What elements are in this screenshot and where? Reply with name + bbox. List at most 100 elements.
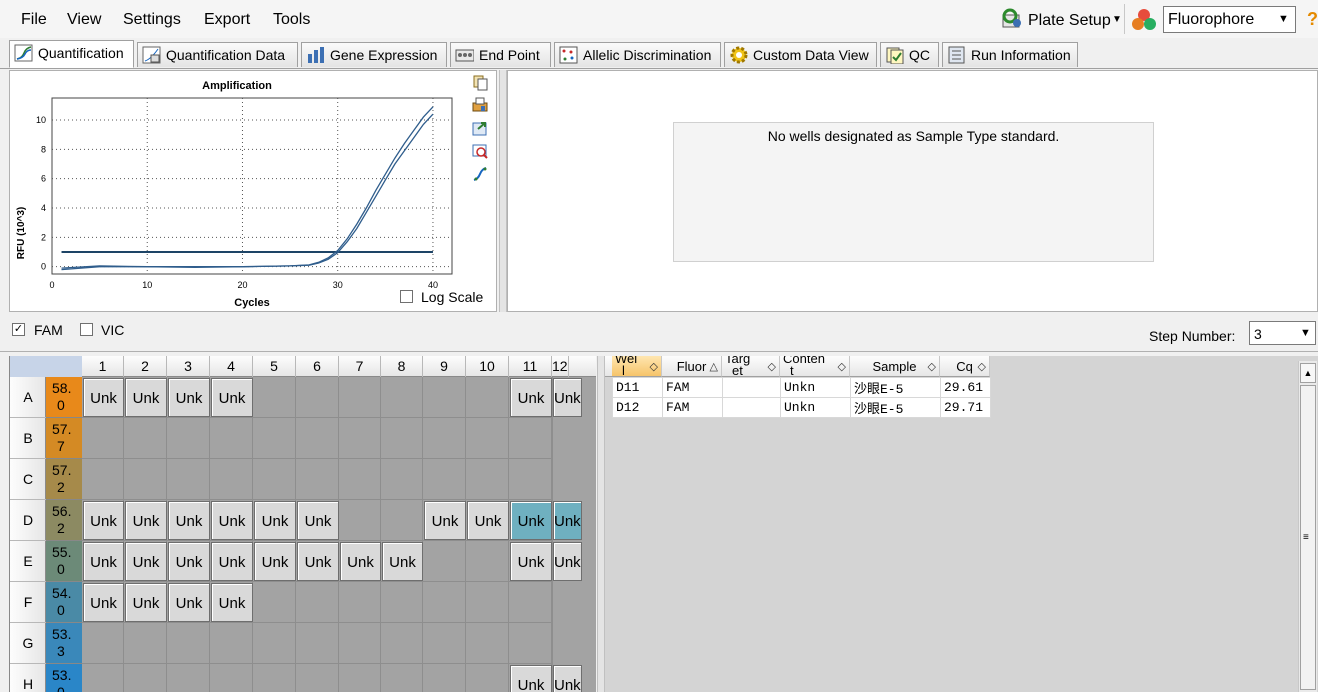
plate-well[interactable] <box>82 418 124 459</box>
well-unk[interactable]: Unk <box>211 542 253 581</box>
plate-well[interactable] <box>296 582 339 623</box>
menu-file[interactable]: File <box>21 11 47 29</box>
well-unk[interactable]: Unk <box>382 542 423 581</box>
scroll-up-arrow-icon[interactable]: ▲ <box>1300 363 1316 383</box>
plate-well[interactable] <box>167 459 210 500</box>
well-unk[interactable]: Unk <box>211 378 253 417</box>
plate-well[interactable] <box>210 623 253 664</box>
table-cell[interactable]: 29.71 <box>940 397 991 418</box>
vertical-splitter[interactable] <box>597 356 605 692</box>
plate-well[interactable] <box>466 664 509 692</box>
plate-well[interactable] <box>167 418 210 459</box>
plate-well[interactable] <box>423 664 466 692</box>
color-balls-icon[interactable] <box>1131 8 1157 32</box>
plate-well[interactable] <box>552 459 553 500</box>
plate-well[interactable] <box>124 623 167 664</box>
tab-run-information[interactable]: Run Information <box>942 42 1078 67</box>
menu-tools[interactable]: Tools <box>273 11 310 29</box>
tab-gene-expression[interactable]: Gene Expression <box>301 42 447 67</box>
table-cell[interactable]: Unkn <box>780 377 851 398</box>
well-unk[interactable]: Unk <box>553 501 582 540</box>
column-header[interactable]: 5 <box>253 356 296 377</box>
well-unk[interactable]: Unk <box>553 378 582 417</box>
plate-well[interactable] <box>552 582 553 623</box>
column-header[interactable]: 6 <box>296 356 339 377</box>
plate-well[interactable] <box>296 377 339 418</box>
plate-well[interactable] <box>253 418 296 459</box>
plate-well[interactable] <box>167 664 210 692</box>
tab-qc[interactable]: QC <box>880 42 939 67</box>
plate-well[interactable] <box>552 623 553 664</box>
well-unk[interactable]: Unk <box>553 542 582 581</box>
well-unk[interactable]: Unk <box>297 501 339 540</box>
row-header[interactable]: B <box>10 418 46 459</box>
plate-well[interactable] <box>253 459 296 500</box>
plate-well[interactable] <box>124 418 167 459</box>
help-icon[interactable]: ? <box>1307 9 1318 30</box>
sort-icon[interactable]: ◇ <box>978 360 986 373</box>
plate-well[interactable] <box>296 664 339 692</box>
vic-checkbox[interactable] <box>80 323 93 336</box>
menu-export[interactable]: Export <box>204 11 250 29</box>
well-unk[interactable]: Unk <box>125 542 167 581</box>
column-header[interactable]: 9 <box>423 356 466 377</box>
plate-well[interactable] <box>381 500 423 541</box>
plate-well[interactable] <box>381 664 423 692</box>
log-scale-checkbox[interactable] <box>400 290 413 303</box>
plate-well[interactable] <box>210 459 253 500</box>
curve-tool-icon[interactable] <box>472 166 488 182</box>
plate-well[interactable] <box>339 623 381 664</box>
column-header[interactable]: 7 <box>339 356 381 377</box>
row-header[interactable]: F <box>10 582 46 623</box>
scrollbar-thumb[interactable]: ≡ <box>1300 385 1316 690</box>
plate-well[interactable] <box>423 377 466 418</box>
plate-corner[interactable] <box>10 356 82 377</box>
table-cell[interactable]: 沙眼E-5 <box>850 377 941 398</box>
table-cell[interactable]: D12 <box>612 397 663 418</box>
well-unk[interactable]: Unk <box>510 665 552 692</box>
table-cell[interactable]: FAM <box>662 377 723 398</box>
plate-well[interactable] <box>253 377 296 418</box>
sort-icon[interactable]: ◇ <box>768 360 776 373</box>
well-unk[interactable]: Unk <box>83 542 124 581</box>
column-header[interactable]: 3 <box>167 356 210 377</box>
column-header[interactable]: 2 <box>124 356 167 377</box>
plate-well[interactable] <box>509 459 552 500</box>
plate-well[interactable] <box>381 418 423 459</box>
plate-well[interactable] <box>509 418 552 459</box>
column-header[interactable]: 4 <box>210 356 253 377</box>
plate-well[interactable] <box>381 377 423 418</box>
well-unk[interactable]: Unk <box>340 542 381 581</box>
results-column-header[interactable]: Sample ◇ <box>850 356 940 377</box>
plate-well[interactable] <box>423 459 466 500</box>
plate-well[interactable] <box>82 623 124 664</box>
well-unk[interactable]: Unk <box>168 583 210 622</box>
plate-well[interactable] <box>381 623 423 664</box>
plate-well[interactable] <box>509 582 552 623</box>
table-row[interactable]: D11 FAM Unkn 沙眼E-5 29.61 <box>612 377 991 398</box>
column-header[interactable]: 1 <box>82 356 124 377</box>
menu-settings[interactable]: Settings <box>123 11 181 29</box>
vertical-scrollbar[interactable]: ▲ ≡ <box>1298 361 1317 692</box>
plate-well[interactable] <box>423 541 466 582</box>
sort-icon[interactable]: ◇ <box>650 360 658 373</box>
well-unk[interactable]: Unk <box>553 665 582 692</box>
plate-well[interactable] <box>423 418 466 459</box>
well-unk[interactable]: Unk <box>168 542 210 581</box>
sort-icon[interactable]: ◇ <box>928 360 936 373</box>
row-header[interactable]: A <box>10 377 46 418</box>
well-unk[interactable]: Unk <box>211 501 253 540</box>
plate-well[interactable] <box>339 500 381 541</box>
well-unk[interactable]: Unk <box>125 501 167 540</box>
plate-well[interactable] <box>339 582 381 623</box>
row-header[interactable]: C <box>10 459 46 500</box>
well-unk[interactable]: Unk <box>168 501 210 540</box>
row-header[interactable]: G <box>10 623 46 664</box>
plate-well[interactable] <box>466 582 509 623</box>
tab-end-point[interactable]: End Point <box>450 42 551 67</box>
table-cell[interactable] <box>722 397 781 418</box>
print-icon[interactable] <box>472 97 488 113</box>
plate-well[interactable] <box>339 664 381 692</box>
well-unk[interactable]: Unk <box>424 501 466 540</box>
column-header[interactable]: 8 <box>381 356 423 377</box>
